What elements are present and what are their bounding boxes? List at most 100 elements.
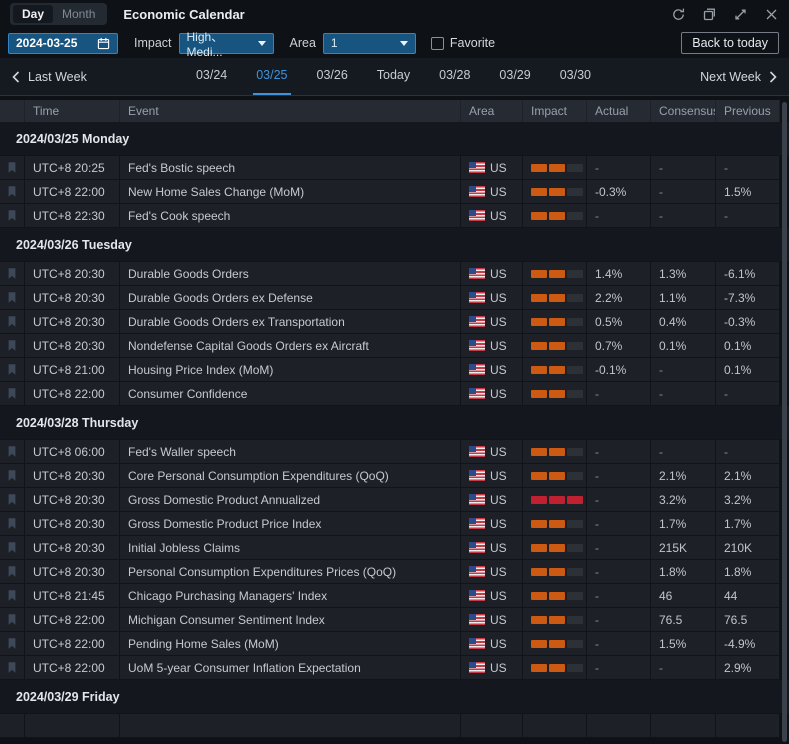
impact-bar — [531, 640, 547, 648]
row-impact — [523, 608, 587, 631]
table-row[interactable]: UTC+8 20:30Durable Goods Orders ex Trans… — [0, 310, 780, 334]
table-row[interactable]: UTC+8 20:30Nondefense Capital Goods Orde… — [0, 334, 780, 358]
bookmark-cell[interactable] — [0, 310, 25, 333]
row-time: UTC+8 20:30 — [25, 488, 120, 511]
row-previous: 0.1% — [716, 334, 780, 357]
row-consensus-value: - — [659, 363, 663, 377]
bookmark-cell[interactable] — [0, 440, 25, 463]
row-actual-value: - — [595, 517, 599, 531]
expand-icon[interactable] — [732, 6, 748, 22]
window-controls — [670, 6, 779, 22]
row-consensus-value: 46 — [659, 589, 672, 603]
bookmark-cell[interactable] — [0, 358, 25, 381]
table-row[interactable]: UTC+8 22:00Michigan Consumer Sentiment I… — [0, 608, 780, 632]
row-area: US — [461, 488, 523, 511]
row-consensus: 1.5% — [651, 632, 716, 655]
impact-bar — [531, 592, 547, 600]
table-row[interactable]: UTC+8 22:00New Home Sales Change (MoM)US… — [0, 180, 780, 204]
row-previous-value: 2.1% — [724, 469, 751, 483]
table-row[interactable]: UTC+8 20:30Core Personal Consumption Exp… — [0, 464, 780, 488]
table-row[interactable]: UTC+8 22:30Fed's Cook speechUS--- — [0, 204, 780, 228]
table-row[interactable]: UTC+8 20:25Fed's Bostic speechUS--- — [0, 156, 780, 180]
table-row[interactable]: UTC+8 20:30Durable Goods Orders ex Defen… — [0, 286, 780, 310]
row-event: Pending Home Sales (MoM) — [120, 632, 461, 655]
table-row[interactable]: UTC+8 20:30Personal Consumption Expendit… — [0, 560, 780, 584]
bookmark-icon — [6, 661, 18, 674]
table-row[interactable]: UTC+8 20:30Gross Domestic Product Annual… — [0, 488, 780, 512]
row-area: US — [461, 560, 523, 583]
bookmark-cell[interactable] — [0, 608, 25, 631]
us-flag-icon — [469, 494, 485, 505]
bookmark-cell[interactable] — [0, 262, 25, 285]
row-area: US — [461, 358, 523, 381]
table-header-row: TimeEventAreaImpactActualConsensusPrevio… — [0, 100, 780, 122]
week-day-tab[interactable]: Today — [374, 58, 413, 95]
impact-dropdown-value: High、Medi... — [187, 28, 250, 59]
last-week-button[interactable]: Last Week — [12, 70, 87, 84]
row-previous-value: - — [724, 387, 728, 401]
bookmark-cell[interactable] — [0, 180, 25, 203]
area-label-text: US — [490, 565, 507, 579]
impact-bar — [567, 270, 583, 278]
table-row[interactable]: UTC+8 20:30Initial Jobless ClaimsUS-215K… — [0, 536, 780, 560]
week-day-tab[interactable]: 03/25 — [253, 58, 290, 95]
bookmark-cell[interactable] — [0, 512, 25, 535]
favorite-checkbox[interactable] — [431, 37, 444, 50]
close-icon[interactable] — [763, 6, 779, 22]
table-row[interactable]: UTC+8 22:00UoM 5-year Consumer Inflation… — [0, 656, 780, 680]
bookmark-cell[interactable] — [0, 632, 25, 655]
tab-month[interactable]: Month — [53, 5, 104, 23]
bookmark-cell[interactable] — [0, 536, 25, 559]
impact-bars — [531, 390, 583, 398]
bookmark-cell[interactable] — [0, 204, 25, 227]
back-to-today-button[interactable]: Back to today — [681, 32, 779, 54]
restore-icon[interactable] — [701, 6, 717, 22]
impact-dropdown[interactable]: High、Medi... — [179, 33, 274, 54]
table-row[interactable]: UTC+8 22:00Pending Home Sales (MoM)US-1.… — [0, 632, 780, 656]
row-consensus: 1.1% — [651, 286, 716, 309]
row-consensus: - — [651, 440, 716, 463]
row-time: UTC+8 06:00 — [25, 440, 120, 463]
week-day-tabs: 03/24 03/25 03/26 Today 03/28 03/29 03/30 — [87, 58, 700, 95]
area-label-text: US — [490, 445, 507, 459]
bookmark-cell[interactable] — [0, 334, 25, 357]
tab-day[interactable]: Day — [13, 5, 53, 23]
row-previous-value: - — [724, 209, 728, 223]
row-area: US — [461, 180, 523, 203]
table-row[interactable]: UTC+8 21:00Housing Price Index (MoM)US-0… — [0, 358, 780, 382]
week-day-tab[interactable]: 03/28 — [436, 58, 473, 95]
bookmark-cell[interactable] — [0, 488, 25, 511]
table-row[interactable]: UTC+8 21:45Chicago Purchasing Managers' … — [0, 584, 780, 608]
bookmark-cell[interactable] — [0, 382, 25, 405]
next-week-button[interactable]: Next Week — [700, 70, 777, 84]
table-body: 2024/03/25 MondayUTC+8 20:25Fed's Bostic… — [0, 122, 789, 738]
table-row[interactable]: UTC+8 20:30Gross Domestic Product Price … — [0, 512, 780, 536]
vertical-scrollbar[interactable] — [782, 102, 787, 742]
bookmark-cell[interactable] — [0, 156, 25, 179]
date-picker[interactable]: 2024-03-25 — [8, 33, 118, 54]
table-row[interactable]: UTC+8 06:00Fed's Waller speechUS--- — [0, 440, 780, 464]
bookmark-cell[interactable] — [0, 584, 25, 607]
table-row[interactable]: UTC+8 20:30Durable Goods OrdersUS1.4%1.3… — [0, 262, 780, 286]
row-actual: - — [587, 560, 651, 583]
table-row[interactable]: UTC+8 22:00Consumer ConfidenceUS--- — [0, 382, 780, 406]
bookmark-icon — [6, 541, 18, 554]
row-actual-value: - — [595, 161, 599, 175]
week-navigation: Last Week 03/24 03/25 03/26 Today 03/28 03/29… — [0, 58, 789, 96]
week-day-tab[interactable]: 03/29 — [496, 58, 533, 95]
impact-bar — [531, 568, 547, 576]
bookmark-cell[interactable] — [0, 464, 25, 487]
week-day-tab[interactable]: 03/26 — [314, 58, 351, 95]
row-previous: 1.8% — [716, 560, 780, 583]
row-previous-value: 0.1% — [724, 339, 751, 353]
bookmark-cell[interactable] — [0, 656, 25, 679]
calendar-icon — [97, 37, 110, 50]
us-flag-icon — [469, 638, 485, 649]
impact-bar — [567, 342, 583, 350]
area-dropdown[interactable]: 1 — [323, 33, 416, 54]
bookmark-cell[interactable] — [0, 286, 25, 309]
refresh-icon[interactable] — [670, 6, 686, 22]
week-day-tab[interactable]: 03/24 — [193, 58, 230, 95]
bookmark-cell[interactable] — [0, 560, 25, 583]
week-day-tab[interactable]: 03/30 — [557, 58, 594, 95]
